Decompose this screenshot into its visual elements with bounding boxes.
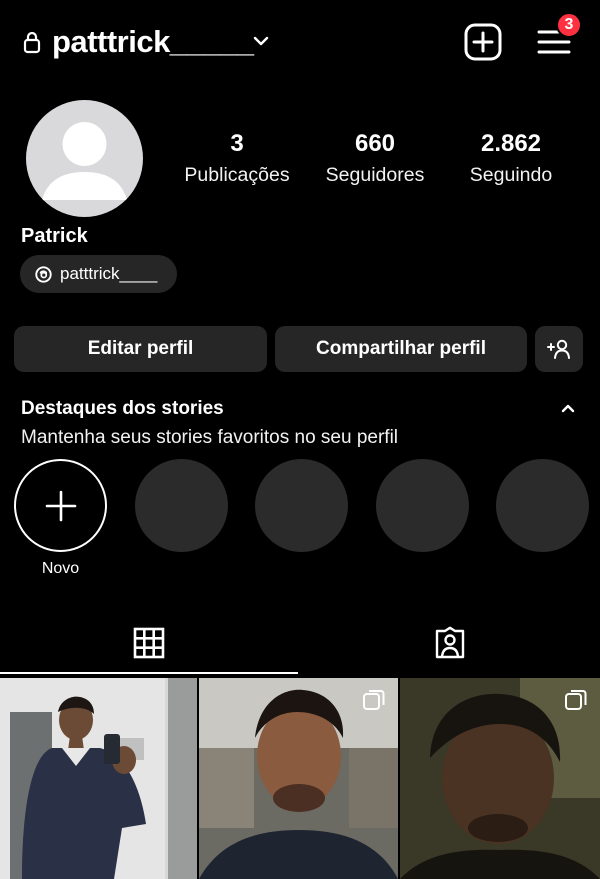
highlight-placeholder (255, 459, 348, 552)
edit-profile-button[interactable]: Editar perfil (14, 326, 267, 372)
avatar[interactable] (26, 100, 143, 217)
posts-count-value: 3 (230, 130, 244, 157)
active-tab-indicator (0, 672, 298, 674)
highlight-placeholder (376, 459, 469, 552)
posts-count-label: Publicações (184, 164, 290, 186)
threads-icon (35, 265, 52, 283)
default-avatar-icon (42, 122, 127, 200)
grid-icon (133, 627, 165, 659)
username-switcher[interactable]: patttrick_____ (52, 22, 254, 62)
chevron-up-icon[interactable] (558, 400, 578, 416)
following-count-value: 2.862 (480, 130, 542, 157)
chevron-down-icon[interactable] (250, 32, 272, 50)
followers-count-label: Seguidores (325, 164, 425, 186)
threads-handle: patttrick____ (60, 264, 158, 283)
post-thumbnail[interactable] (0, 678, 197, 879)
highlights-subtitle: Mantenha seus stories favoritos no seu p… (21, 427, 399, 448)
followers-count[interactable]: 660 Seguidores (312, 128, 438, 190)
new-highlight-label: Novo (41, 560, 80, 577)
new-highlight-button[interactable] (14, 459, 107, 552)
tagged-person-icon (435, 626, 465, 659)
carousel-icon (565, 690, 587, 710)
lock-icon (23, 31, 41, 54)
top-bar: patttrick_____ 3 (0, 0, 600, 84)
post-thumbnail[interactable] (199, 678, 398, 879)
post-thumbnail[interactable] (400, 678, 600, 879)
plus-icon (45, 490, 76, 521)
following-count[interactable]: 2.862 Seguindo (452, 128, 570, 190)
tab-posts-grid[interactable] (0, 612, 298, 674)
profile-name: Patrick (21, 225, 88, 247)
highlight-placeholder (135, 459, 228, 552)
notification-badge: 3 (556, 12, 582, 38)
threads-link[interactable]: patttrick____ (20, 255, 177, 293)
followers-count-value: 660 (354, 130, 396, 157)
discover-people-button[interactable] (535, 326, 583, 372)
posts-count[interactable]: 3 Publicações (172, 128, 302, 190)
following-count-label: Seguindo (469, 164, 553, 186)
add-person-icon (547, 339, 570, 359)
carousel-icon (363, 690, 385, 710)
highlights-title: Destaques dos stories (21, 398, 224, 419)
new-post-icon[interactable] (463, 22, 503, 62)
tab-tagged[interactable] (300, 612, 600, 674)
highlight-placeholder (496, 459, 589, 552)
share-profile-button[interactable]: Compartilhar perfil (275, 326, 527, 372)
mirror-selfie-photo (0, 678, 197, 879)
